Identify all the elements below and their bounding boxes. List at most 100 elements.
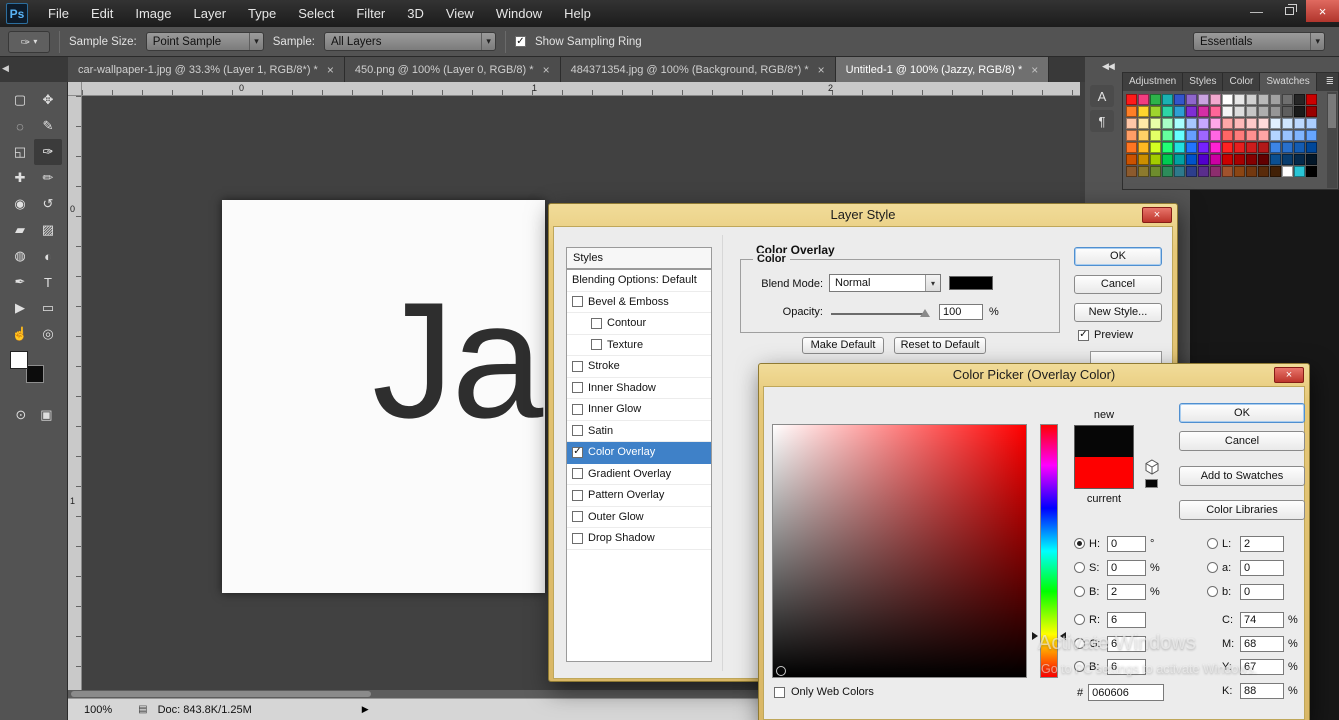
color-swatch[interactable]	[1306, 130, 1317, 141]
color-swatch[interactable]	[1198, 154, 1209, 165]
gamut-cube-icon[interactable]	[1144, 459, 1160, 475]
menu-image[interactable]: Image	[124, 0, 182, 27]
color-swatch[interactable]	[1222, 94, 1233, 105]
color-swatch[interactable]	[1198, 166, 1209, 177]
color-swatch[interactable]	[1282, 94, 1293, 105]
dialog-title[interactable]: Color Picker (Overlay Color)	[759, 364, 1309, 386]
style-item-outer-glow[interactable]: Outer Glow	[567, 507, 711, 528]
lab-b-input[interactable]	[1240, 583, 1284, 600]
color-swatch[interactable]	[1234, 106, 1245, 117]
black-input[interactable]	[1240, 682, 1284, 699]
style-item-bevel-emboss[interactable]: Bevel & Emboss	[567, 292, 711, 313]
menu-select[interactable]: Select	[287, 0, 345, 27]
color-swatch[interactable]	[1210, 130, 1221, 141]
style-checkbox[interactable]	[572, 489, 583, 501]
style-item-gradient-overlay[interactable]: Gradient Overlay	[567, 464, 711, 485]
color-swatch[interactable]	[1138, 142, 1149, 153]
color-swatch[interactable]	[1138, 118, 1149, 129]
brightness-input[interactable]	[1107, 583, 1146, 600]
blend-mode-dropdown[interactable]: Normal ▾	[829, 274, 941, 292]
panel-menu-icon[interactable]: ≣	[1322, 73, 1338, 91]
eyedropper-tool[interactable]: ✑	[34, 139, 62, 165]
menu-filter[interactable]: Filter	[345, 0, 396, 27]
color-swatch[interactable]	[1174, 154, 1185, 165]
color-swatch[interactable]	[1186, 118, 1197, 129]
color-swatch[interactable]	[1258, 166, 1269, 177]
brush-tool[interactable]: ✏	[34, 165, 62, 191]
color-swatch[interactable]	[1246, 154, 1257, 165]
color-swatch[interactable]	[1186, 142, 1197, 153]
color-swatch[interactable]	[1138, 130, 1149, 141]
color-swatch[interactable]	[1222, 142, 1233, 153]
color-swatch[interactable]	[1282, 130, 1293, 141]
color-swatch[interactable]	[1282, 118, 1293, 129]
color-swatch[interactable]	[1126, 118, 1137, 129]
color-swatch[interactable]	[1270, 118, 1281, 129]
gradient-tool[interactable]: ▨	[34, 217, 62, 243]
color-swatch[interactable]	[1138, 106, 1149, 117]
color-swatch[interactable]	[1258, 142, 1269, 153]
lab-a-radio[interactable]	[1207, 562, 1218, 573]
blur-tool[interactable]: ◍	[6, 243, 34, 269]
scroll-tabs-icon[interactable]: ◀	[2, 63, 9, 74]
type-tool[interactable]: T	[34, 269, 62, 295]
quick-selection-tool[interactable]: ✎	[34, 113, 62, 139]
color-swatch[interactable]	[1198, 106, 1209, 117]
overlay-color-swatch[interactable]	[949, 276, 993, 290]
close-button[interactable]: ×	[1306, 0, 1339, 22]
color-swatch[interactable]	[1294, 106, 1305, 117]
color-field-marker[interactable]	[776, 666, 786, 676]
restore-button[interactable]	[1273, 0, 1306, 22]
color-swatch[interactable]	[1246, 118, 1257, 129]
minimize-button[interactable]: —	[1240, 0, 1273, 22]
background-color-swatch[interactable]	[26, 365, 44, 383]
style-item-inner-glow[interactable]: Inner Glow	[567, 399, 711, 421]
workspace-dropdown[interactable]: Essentials ▾	[1193, 32, 1325, 51]
foreground-color-swatch[interactable]	[10, 351, 28, 369]
color-swatch[interactable]	[1174, 106, 1185, 117]
text-layer[interactable]: Jazzy	[372, 278, 545, 443]
color-swatch[interactable]	[1306, 154, 1317, 165]
color-swatch[interactable]	[1270, 94, 1281, 105]
color-swatch[interactable]	[1222, 118, 1233, 129]
status-flyout-icon[interactable]: ▶	[362, 704, 369, 715]
blue-input[interactable]	[1107, 658, 1146, 675]
collapse-panels-icon[interactable]: ◀◀	[1102, 61, 1115, 72]
color-swatch[interactable]	[1234, 130, 1245, 141]
style-item-drop-shadow[interactable]: Drop Shadow	[567, 528, 711, 550]
color-swatch[interactable]	[1162, 166, 1173, 177]
color-swatch[interactable]	[1258, 154, 1269, 165]
style-checkbox[interactable]	[591, 317, 602, 329]
cancel-button[interactable]: Cancel	[1179, 431, 1305, 451]
menu-edit[interactable]: Edit	[80, 0, 124, 27]
color-swatch[interactable]	[1150, 130, 1161, 141]
menu-type[interactable]: Type	[237, 0, 287, 27]
zoom-level[interactable]: 100%	[84, 704, 112, 716]
color-libraries-button[interactable]: Color Libraries	[1179, 500, 1305, 520]
character-panel-icon[interactable]: A	[1090, 85, 1114, 107]
cyan-input[interactable]	[1240, 611, 1284, 628]
color-swatch[interactable]	[1246, 166, 1257, 177]
lab-b-radio[interactable]	[1207, 586, 1218, 597]
red-input[interactable]	[1107, 611, 1146, 628]
color-swatch[interactable]	[1246, 106, 1257, 117]
tool-preset-picker[interactable]: ✑ ▾	[8, 30, 50, 53]
style-checkbox[interactable]	[572, 468, 583, 480]
add-to-swatches-button[interactable]: Add to Swatches	[1179, 466, 1305, 486]
color-swatch[interactable]	[1174, 166, 1185, 177]
clone-stamp-tool[interactable]: ◉	[6, 191, 34, 217]
color-swatch[interactable]	[1126, 154, 1137, 165]
current-color-swatch[interactable]	[1075, 457, 1133, 488]
color-swatch[interactable]	[1138, 166, 1149, 177]
dodge-tool[interactable]: ◐	[34, 243, 62, 269]
color-swatch[interactable]	[1126, 142, 1137, 153]
yellow-input[interactable]	[1240, 658, 1284, 675]
color-swatch[interactable]	[1294, 94, 1305, 105]
color-swatch[interactable]	[1282, 106, 1293, 117]
dialog-close-button[interactable]: ×	[1142, 207, 1172, 223]
show-sampling-ring-checkbox[interactable]: ✓	[514, 36, 526, 47]
color-swatch[interactable]	[1306, 118, 1317, 129]
menu-3d[interactable]: 3D	[396, 0, 435, 27]
screen-mode-icon[interactable]: ▣	[40, 407, 52, 423]
color-swatch[interactable]	[1246, 94, 1257, 105]
